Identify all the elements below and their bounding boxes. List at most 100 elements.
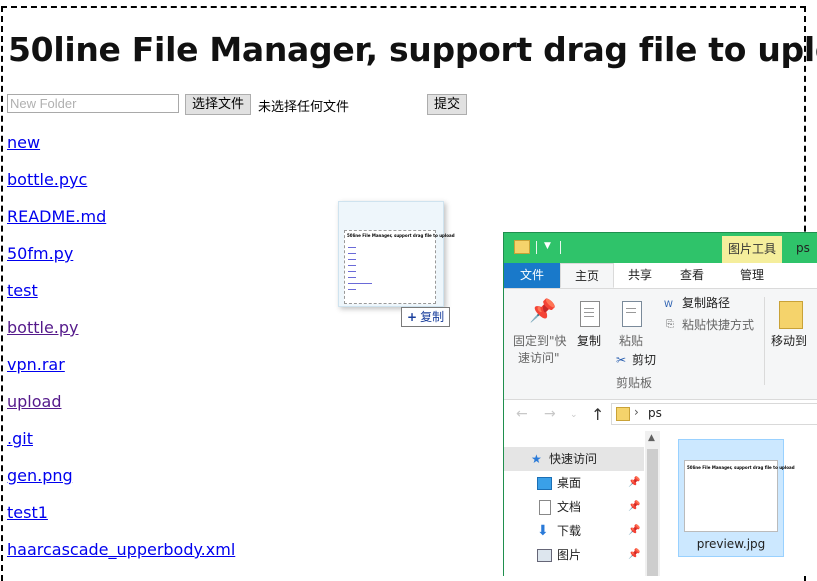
- address-field[interactable]: › ps: [611, 403, 817, 425]
- ribbon-tabs: 文件 主页 共享 查看 管理: [504, 263, 817, 289]
- choose-file-button[interactable]: 选择文件: [185, 94, 252, 115]
- pin-quick-access-label-2[interactable]: 速访问": [518, 350, 560, 366]
- navigation-pane: ★ 快速访问 桌面 📌 文档 📌 ⬇ 下载 📌 图片 📌 ▲: [504, 431, 660, 576]
- picture-tools-context-tab[interactable]: 图片工具: [722, 236, 782, 263]
- nav-pictures-label: 图片: [557, 548, 582, 562]
- copy-tooltip-label: 复制: [420, 310, 445, 324]
- pictures-icon: [537, 549, 552, 562]
- list-item: test: [7, 281, 235, 318]
- document-icon: [539, 500, 551, 515]
- copy-path-icon: W: [664, 300, 673, 310]
- list-item: haarcascade_upperbody.xml: [7, 540, 235, 577]
- pin-icon: 📌: [529, 299, 557, 324]
- recent-dropdown-icon[interactable]: ⌄: [570, 410, 578, 420]
- pin-icon: 📌: [628, 501, 641, 512]
- file-name: preview.jpg: [696, 537, 766, 551]
- star-icon: ★: [531, 452, 542, 466]
- nav-quick-access[interactable]: ★ 快速访问: [504, 447, 644, 471]
- file-explorer-window[interactable]: ▼ 图片工具 ps 文件 主页 共享 查看 管理 📌 固定到"快 速访问" 复制…: [503, 232, 817, 576]
- paste-shortcut-button[interactable]: 粘贴快捷方式: [682, 317, 754, 333]
- submit-button[interactable]: 提交: [427, 94, 468, 115]
- forward-icon[interactable]: →: [544, 406, 556, 422]
- file-link[interactable]: .git: [7, 429, 33, 448]
- pin-icon: 📌: [628, 477, 641, 488]
- tab-share[interactable]: 共享: [614, 263, 666, 288]
- tab-manage[interactable]: 管理: [726, 263, 778, 288]
- image-thumbnail: 50line File Manager, support drag file t…: [684, 460, 795, 532]
- cut-button[interactable]: 剪切: [632, 352, 656, 368]
- list-item: 50fm.py: [7, 244, 235, 281]
- nav-documents-label: 文档: [557, 500, 582, 514]
- file-link[interactable]: gen.png: [7, 466, 73, 485]
- desktop-icon: [537, 477, 552, 490]
- copy-icon: [580, 301, 600, 327]
- quick-access-dropdown-icon[interactable]: ▼: [544, 241, 551, 251]
- up-icon[interactable]: ↑: [591, 405, 604, 424]
- drag-copy-tooltip: + 复制: [401, 307, 451, 327]
- list-item: vpn.rar: [7, 355, 235, 392]
- file-link[interactable]: upload: [7, 392, 62, 411]
- ghost-thumbnail: 50line File Manager, support drag file t…: [344, 230, 455, 304]
- nav-pictures[interactable]: 图片 📌: [504, 543, 644, 567]
- list-item: README.md: [7, 207, 235, 244]
- folder-icon: [616, 407, 630, 421]
- file-link[interactable]: README.md: [7, 207, 106, 226]
- nav-documents[interactable]: 文档 📌: [504, 495, 644, 519]
- copy-button[interactable]: 复制: [577, 333, 601, 349]
- file-list: new bottle.pyc README.md 50fm.py test bo…: [7, 133, 235, 577]
- nav-desktop[interactable]: 桌面 📌: [504, 471, 644, 495]
- nav-downloads-label: 下载: [557, 524, 582, 538]
- nav-scrollbar[interactable]: ▲: [645, 431, 660, 576]
- paste-icon: [622, 301, 642, 327]
- file-tile-selected[interactable]: 50line File Manager, support drag file t…: [678, 439, 795, 557]
- list-item: test1: [7, 503, 235, 540]
- file-content-area[interactable]: 50line File Manager, support drag file t…: [661, 431, 817, 576]
- file-link[interactable]: haarcascade_upperbody.xml: [7, 540, 235, 559]
- list-item: upload: [7, 392, 235, 429]
- list-item: gen.png: [7, 466, 235, 503]
- back-icon[interactable]: ←: [516, 406, 528, 422]
- file-link[interactable]: test1: [7, 503, 48, 522]
- nav-desktop-label: 桌面: [557, 476, 582, 490]
- list-item: bottle.pyc: [7, 170, 235, 207]
- copy-path-button[interactable]: 复制路径: [682, 295, 730, 311]
- pin-icon: 📌: [628, 525, 641, 536]
- page-title: 50line File Manager, support drag file t…: [8, 30, 817, 69]
- tab-home[interactable]: 主页: [560, 263, 614, 288]
- new-folder-input[interactable]: [7, 94, 179, 113]
- file-link[interactable]: new: [7, 133, 40, 152]
- drag-ghost-preview: 50line File Manager, support drag file t…: [338, 201, 455, 307]
- list-item: .git: [7, 429, 235, 466]
- file-link[interactable]: test: [7, 281, 38, 300]
- nav-downloads[interactable]: ⬇ 下载 📌: [504, 519, 644, 543]
- pin-quick-access-label-1[interactable]: 固定到"快: [513, 333, 567, 349]
- ghost-thumbnail-title: 50line File Manager, support drag file t…: [347, 233, 455, 238]
- scissors-icon: ✂: [616, 353, 627, 367]
- ribbon-home: 📌 固定到"快 速访问" 复制 粘贴 W 复制路径 ⎘ 粘贴快捷方式 ✂ 剪切 …: [504, 289, 817, 400]
- paste-button[interactable]: 粘贴: [619, 333, 643, 349]
- address-bar-row: ← → ⌄ ↑ › ps: [504, 400, 817, 430]
- scroll-up-icon[interactable]: ▲: [648, 433, 655, 443]
- chevron-right-icon: ›: [634, 405, 639, 419]
- no-file-chosen-label: 未选择任何文件: [258, 100, 350, 115]
- file-link[interactable]: bottle.py: [7, 318, 79, 337]
- paste-shortcut-icon: ⎘: [666, 319, 674, 330]
- file-link[interactable]: bottle.pyc: [7, 170, 87, 189]
- address-path: ps: [648, 406, 662, 420]
- plus-icon: +: [407, 310, 418, 324]
- tab-view[interactable]: 查看: [666, 263, 718, 288]
- move-to-icon: [779, 301, 803, 329]
- list-item: new: [7, 133, 235, 170]
- file-link[interactable]: 50fm.py: [7, 244, 73, 263]
- move-to-button[interactable]: 移动到: [771, 333, 807, 349]
- download-icon: ⬇: [537, 523, 549, 539]
- folder-icon: [514, 240, 530, 254]
- clipboard-group-label: 剪贴板: [616, 376, 653, 390]
- tab-file[interactable]: 文件: [504, 263, 560, 288]
- file-link[interactable]: vpn.rar: [7, 355, 65, 374]
- explorer-titlebar[interactable]: ▼ 图片工具 ps: [504, 233, 817, 263]
- window-title: ps: [796, 241, 810, 255]
- pin-icon: 📌: [628, 549, 641, 560]
- thumbnail-title: 50line File Manager, support drag file t…: [687, 465, 795, 470]
- scrollbar-thumb[interactable]: [647, 449, 658, 576]
